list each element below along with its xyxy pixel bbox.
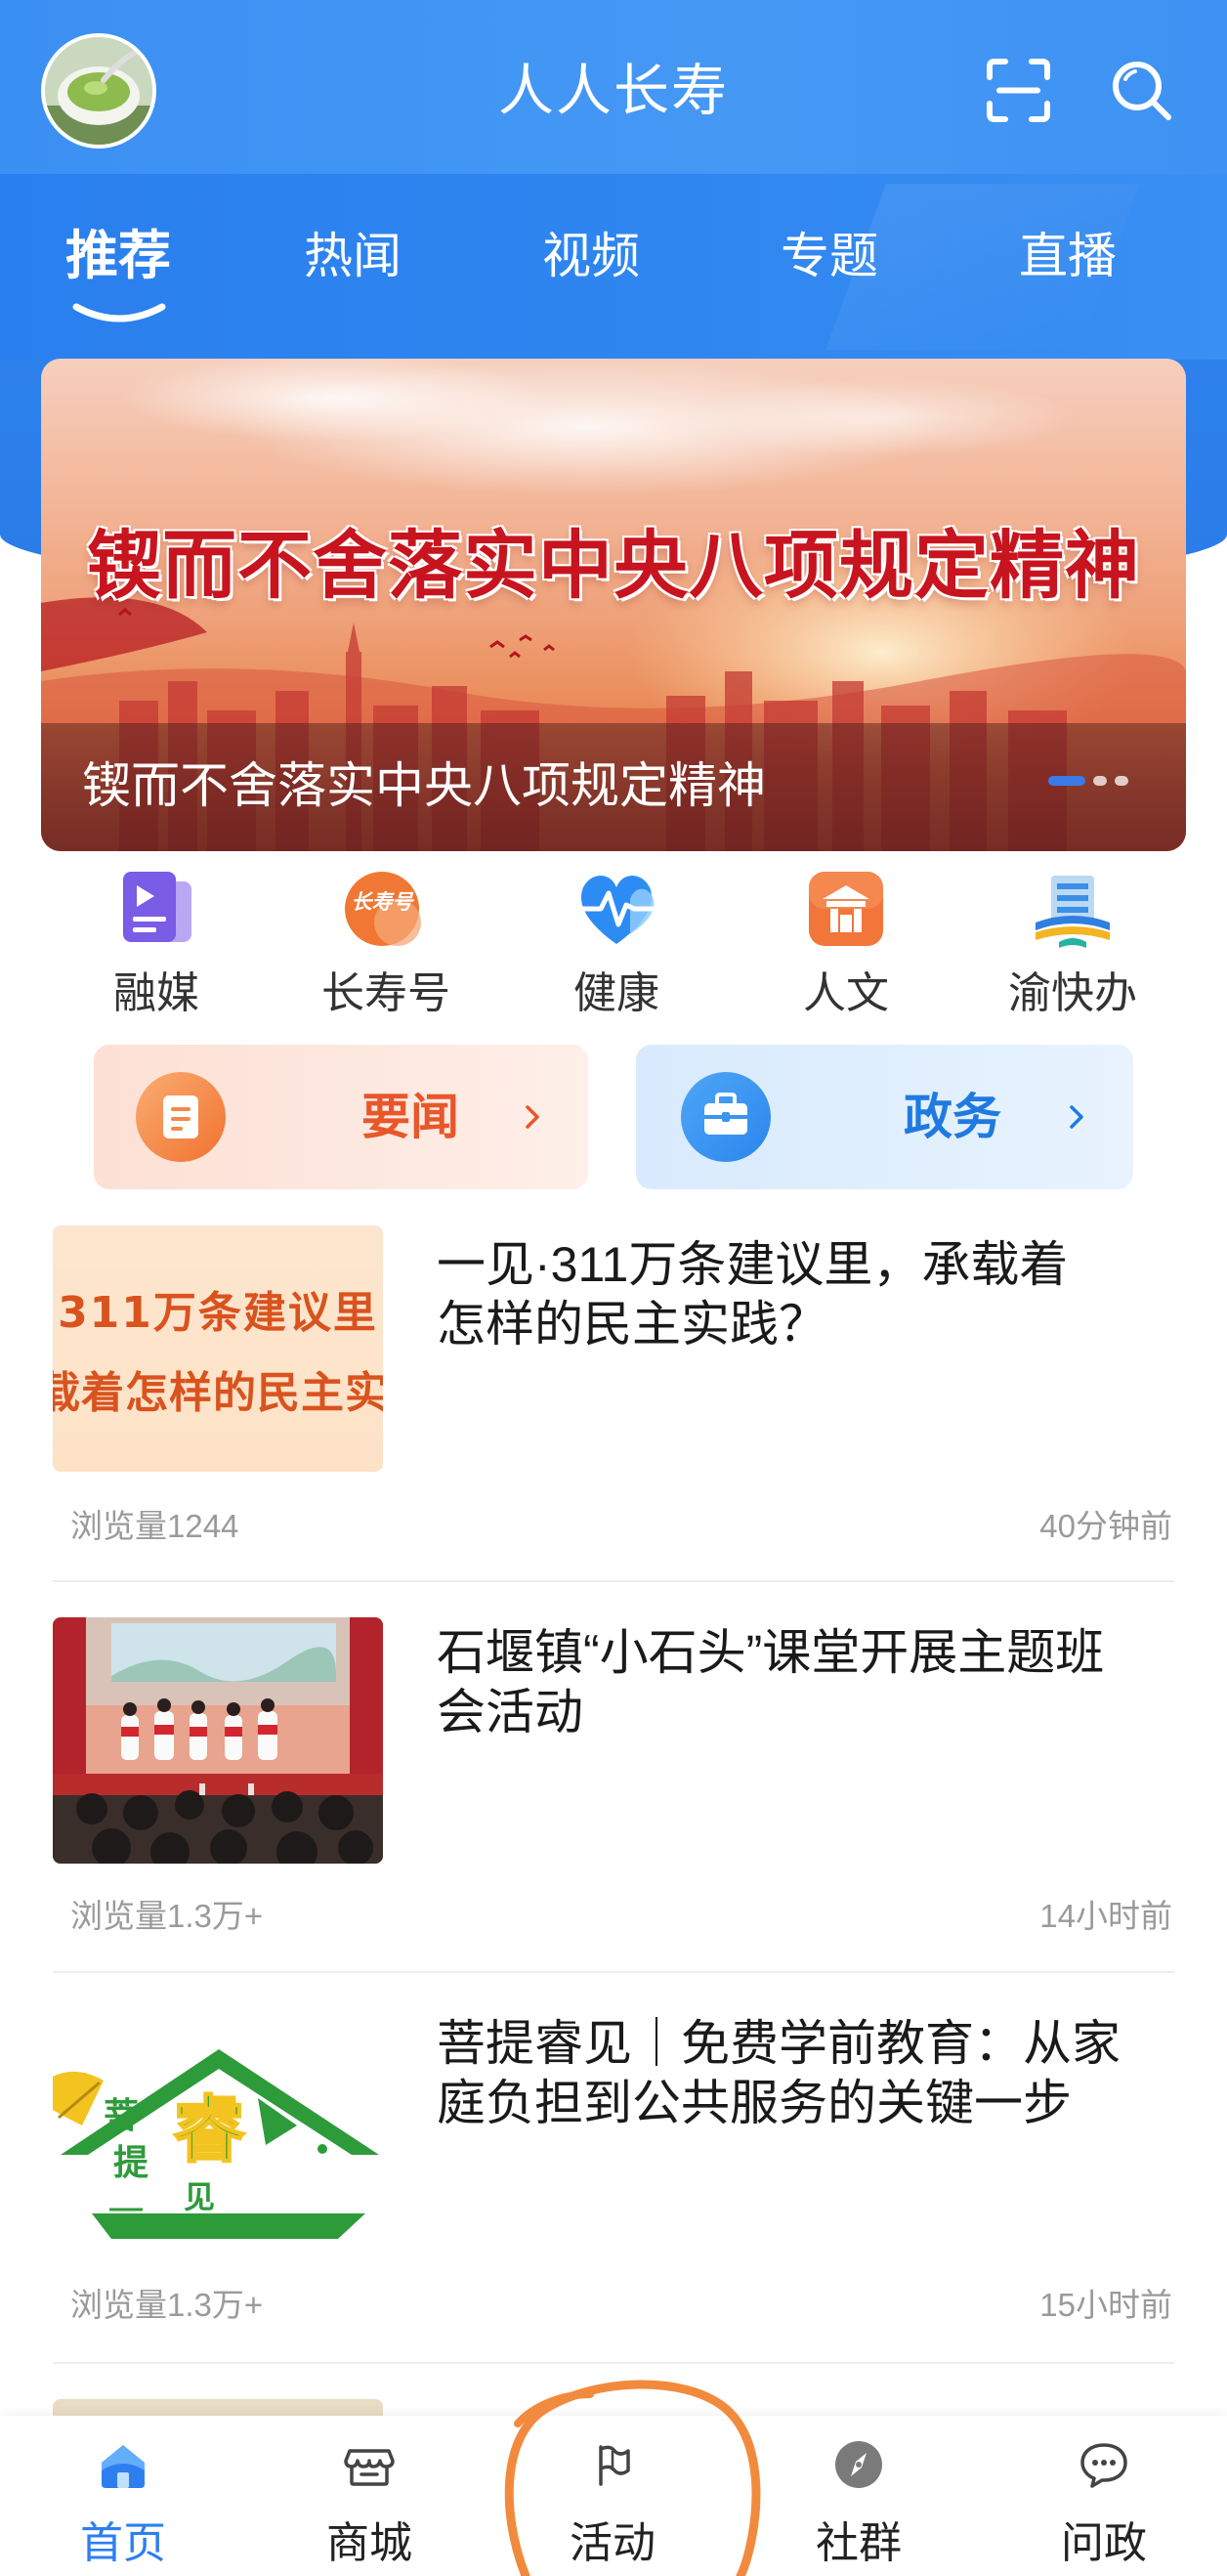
- quick-link-label[interactable]: 长寿号: [278, 966, 493, 1022]
- quick-link-label[interactable]: 健康: [509, 966, 724, 1022]
- news-thumbnail[interactable]: 311万条建议里 载着怎样的民主实: [53, 1225, 383, 1472]
- government-affairs-card[interactable]: 政务: [636, 1045, 1133, 1189]
- carousel-dot: [1115, 776, 1128, 786]
- news-highlights-card[interactable]: 要闻: [94, 1045, 588, 1189]
- carousel-dot-active: [1048, 776, 1085, 786]
- news-title[interactable]: 庭负担到公共服务的关键一步: [437, 2074, 1072, 2133]
- media-icon[interactable]: [113, 866, 199, 952]
- tab-live[interactable]: 直播: [970, 221, 1165, 291]
- yukuaiban-icon[interactable]: [1030, 866, 1116, 952]
- quick-link-label[interactable]: 融媒: [49, 966, 264, 1022]
- banner-caption: 锲而不舍落实中央八项规定精神: [82, 758, 766, 813]
- news-title[interactable]: 石堰镇“小石头”课堂开展主题班: [437, 1623, 1104, 1683]
- carousel-indicator: [1048, 774, 1128, 788]
- quick-link-label[interactable]: 人文: [739, 966, 953, 1022]
- tab-video[interactable]: 视频: [493, 221, 689, 291]
- carousel-dot: [1093, 776, 1107, 786]
- banner-headline: 锲而不舍落实中央八项规定精神: [87, 525, 1140, 608]
- news-timestamp: 15小时前: [1039, 2287, 1172, 2323]
- heart-pulse-icon[interactable]: [573, 866, 659, 952]
- briefcase-icon: [681, 1072, 771, 1162]
- changshouhao-logo-icon[interactable]: 长寿号: [343, 866, 429, 952]
- app-title: 人人长寿: [498, 60, 729, 122]
- svg-text:菩: 菩: [104, 2095, 139, 2136]
- quick-link-label[interactable]: 渝快办: [965, 966, 1180, 1022]
- svg-text:睿: 睿: [173, 2088, 246, 2172]
- divider: [53, 1580, 1174, 1582]
- scan-icon[interactable]: [986, 58, 1051, 123]
- news-title[interactable]: 怎样的民主实践？: [437, 1295, 827, 1354]
- annotation-circle: [504, 2380, 761, 2576]
- news-highlights-label: 要闻: [361, 1090, 459, 1144]
- news-view-count: 浏览量1244: [70, 1508, 239, 1544]
- pavilion-icon[interactable]: [803, 866, 889, 952]
- chevron-right-icon: [1070, 1105, 1083, 1129]
- active-tab-indicator: [72, 303, 166, 322]
- svg-text:载着怎样的民主实: 载着怎样的民主实: [53, 1368, 383, 1418]
- banner-carousel[interactable]: 锲而不舍落实中央八项规定精神 锲而不舍落实中央八项规定精神: [41, 359, 1186, 851]
- divider: [53, 2362, 1174, 2364]
- tab-recommend[interactable]: 推荐: [21, 221, 216, 291]
- svg-text:311万条建议里: 311万条建议里: [58, 1288, 378, 1338]
- chevron-right-icon: [526, 1105, 539, 1129]
- svg-text:见: 见: [184, 2178, 215, 2215]
- news-view-count: 浏览量1.3万+: [70, 2287, 264, 2323]
- svg-text:长寿号: 长寿号: [352, 890, 415, 914]
- tab-topics[interactable]: 专题: [732, 221, 927, 291]
- tab-hot-news[interactable]: 热闻: [255, 221, 450, 291]
- search-icon[interactable]: [1109, 58, 1174, 123]
- document-icon: [136, 1072, 226, 1162]
- news-timestamp: 14小时前: [1039, 1898, 1172, 1934]
- news-title[interactable]: 菩提睿见｜免费学前教育：从家: [437, 2014, 1121, 2074]
- news-title[interactable]: 会活动: [437, 1683, 583, 1742]
- news-view-count: 浏览量1.3万+: [70, 1898, 264, 1934]
- news-thumbnail[interactable]: [53, 1617, 383, 1864]
- divider: [53, 1971, 1174, 1973]
- app-screen: 人人长寿 推荐 热闻 视频 专题 直播 锲而不舍落实中央八项规定精神 锲而不舍落…: [0, 0, 1227, 2576]
- news-timestamp: 40分钟前: [1039, 1508, 1172, 1544]
- news-title[interactable]: 一见·311万条建议里，承载着: [437, 1235, 1068, 1295]
- svg-text:提: 提: [113, 2142, 148, 2183]
- news-thumbnail[interactable]: 菩 提 睿 见: [53, 2008, 383, 2254]
- avatar[interactable]: [41, 33, 156, 149]
- government-affairs-label: 政务: [904, 1090, 1001, 1144]
